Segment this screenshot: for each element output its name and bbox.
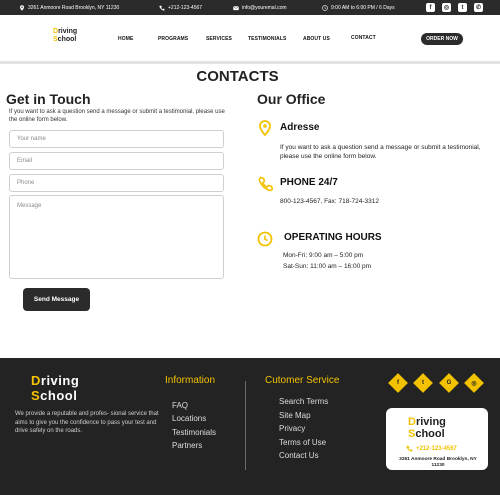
topbar-email[interactable]: info@youremal.com: [233, 0, 287, 15]
location-pin-icon: [259, 120, 271, 136]
footer-link-faq[interactable]: FAQ: [172, 401, 188, 410]
hours-weekday: Mon-Fri: 9:00 am – 5:00 pm: [283, 252, 364, 259]
get-in-touch-text: If you want to ask a question send a mes…: [9, 109, 225, 123]
topbar-hours: 9:00 AM to 6:00 PM / 6 Days: [322, 0, 395, 15]
topbar-email-text: info@youremal.com: [242, 4, 287, 11]
twitter-icon[interactable]: t: [458, 3, 467, 12]
footer-link-locations[interactable]: Locations: [172, 414, 206, 423]
phone-icon: [406, 445, 413, 452]
envelope-icon: [233, 5, 239, 10]
phone-heading: PHONE 24/7: [280, 177, 338, 188]
our-office-title: Our Office: [257, 91, 326, 107]
address-text: If you want to ask a question send a mes…: [280, 144, 481, 160]
topbar-address-text: 3261 Anmoore Road Brooklyn, NY 11230: [28, 4, 120, 11]
phone-field[interactable]: Phone: [9, 174, 224, 192]
order-now-button[interactable]: ORDER NOW: [421, 33, 463, 45]
topbar-address: 3261 Anmoore Road Brooklyn, NY 11230: [19, 0, 119, 15]
card-phone-text: +212-123-4567: [416, 445, 457, 452]
phone-icon: [258, 176, 273, 192]
header-logo[interactable]: Driving School: [53, 28, 77, 43]
card-phone[interactable]: +212-123-4567: [406, 445, 457, 452]
footer-logo-initial-d: D: [31, 373, 41, 388]
page-title: CONTACTS: [196, 68, 279, 85]
card-address: 3261 Anmoore Road Brooklyn, NY 11230: [399, 457, 477, 468]
footer-logo[interactable]: Driving School: [31, 373, 79, 403]
nav-services[interactable]: SERVICES: [206, 36, 232, 42]
logo-text-line2: chool: [57, 35, 77, 43]
location-pin-icon: [20, 4, 24, 11]
message-textarea[interactable]: Message: [9, 195, 224, 279]
header-divider: [0, 61, 500, 64]
footer-logo-line2: chool: [40, 388, 78, 403]
card-logo-line2: chool: [415, 428, 445, 440]
footer-logo-initial-s: S: [31, 388, 41, 403]
nav-home[interactable]: HOME: [118, 36, 133, 42]
footer-link-terms-of-use[interactable]: Terms of Use: [279, 438, 326, 447]
send-message-button[interactable]: Send Message: [23, 288, 90, 311]
hours-weekend: Sat-Sun: 11:00 am – 16:00 pm: [283, 263, 372, 270]
footer-contact-card: Driving School +212-123-4567 3261 Anmoor…: [386, 408, 488, 470]
site-header: Driving School HOME PROGRAMS SERVICES TE…: [0, 15, 500, 61]
card-logo-initial-d: D: [408, 416, 416, 428]
topbar-hours-text: 9:00 AM to 6:00 PM / 6 Days: [331, 4, 395, 11]
nav-about-us[interactable]: ABOUT US: [303, 36, 330, 42]
address-heading: Adresse: [280, 122, 320, 133]
nav-testimonials[interactable]: TESTIMONIALS: [248, 36, 286, 42]
footer-instagram-icon[interactable]: ◎: [464, 373, 484, 393]
whatsapp-icon[interactable]: ✆: [474, 3, 483, 12]
top-bar: 3261 Anmoore Road Brooklyn, NY 11230 +21…: [0, 0, 500, 15]
topbar-phone-text: +212-123-4567: [168, 4, 203, 11]
instagram-icon[interactable]: ◎: [442, 3, 451, 12]
footer-logo-line1: riving: [40, 373, 80, 388]
topbar-phone[interactable]: +212-123-4567: [159, 0, 202, 15]
footer-google-icon[interactable]: G: [439, 373, 459, 393]
email-field[interactable]: Email: [9, 152, 224, 170]
nav-programs[interactable]: PROGRAMS: [158, 36, 188, 42]
card-logo: Driving School: [408, 416, 446, 440]
footer-facebook-icon[interactable]: f: [388, 373, 408, 393]
nav-contact[interactable]: CONTACT: [351, 35, 376, 41]
footer-link-privacy[interactable]: Privacy: [279, 424, 305, 433]
information-heading: Information: [165, 375, 216, 386]
clock-icon: [257, 231, 273, 247]
footer-link-site-map[interactable]: Site Map: [279, 411, 311, 420]
logo-text-line1: riving: [58, 28, 78, 35]
footer-link-search-terms[interactable]: Search Terms: [279, 397, 328, 406]
name-input[interactable]: Your name: [9, 130, 224, 148]
phone-text: 800-123-4567, Fax: 718-724-3312: [280, 198, 380, 205]
card-logo-line1: riving: [415, 416, 446, 428]
footer-link-contact-us[interactable]: Contact Us: [279, 451, 319, 460]
footer-divider: [245, 381, 246, 470]
customer-service-heading: Cutomer Service: [265, 375, 340, 386]
footer-description: We provide a reputable and profes- siona…: [15, 411, 159, 434]
phone-icon: [159, 5, 165, 11]
footer-link-partners[interactable]: Partners: [172, 441, 202, 450]
footer-twitter-icon[interactable]: t: [413, 373, 433, 393]
facebook-icon[interactable]: f: [426, 3, 435, 12]
clock-icon: [322, 4, 328, 11]
hours-heading: OPERATING HOURS: [284, 232, 382, 243]
get-in-touch-title: Get in Touch: [6, 91, 91, 107]
footer-link-testimonials[interactable]: Testimonials: [172, 428, 216, 437]
